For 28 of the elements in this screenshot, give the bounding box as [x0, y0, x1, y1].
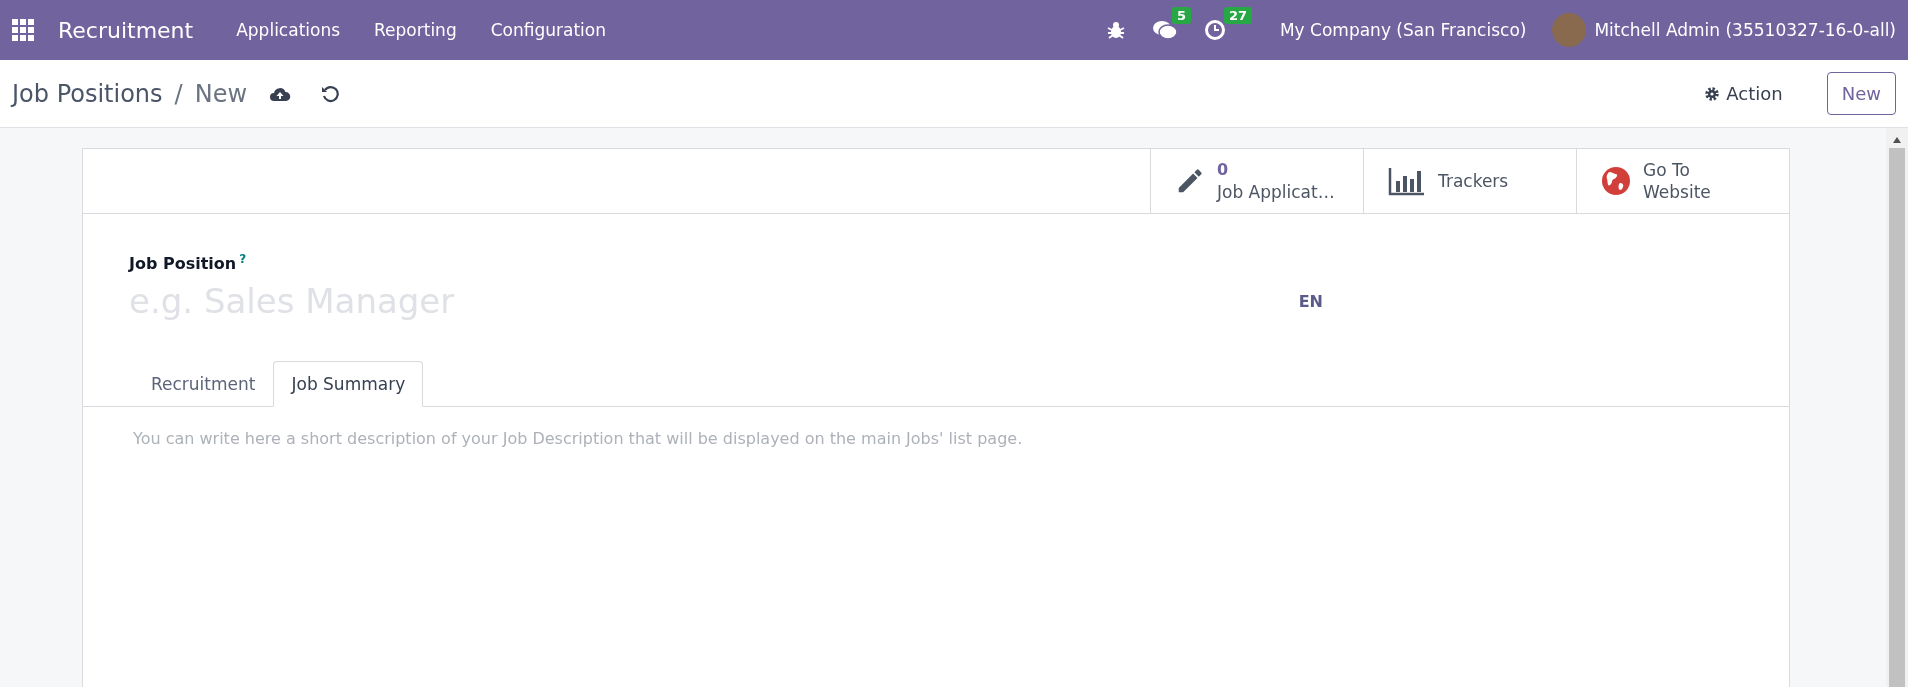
breadcrumb-separator: /	[174, 79, 183, 108]
app-name[interactable]: Recruitment	[58, 17, 194, 43]
message-count-badge: 5	[1171, 7, 1191, 24]
scroll-up-icon[interactable]	[1892, 136, 1902, 144]
menu-item[interactable]: Applications	[219, 20, 358, 40]
menu-item[interactable]: Reporting	[357, 20, 474, 40]
gear-icon	[1704, 85, 1721, 102]
globe-icon	[1601, 166, 1631, 196]
bug-icon[interactable]	[1105, 20, 1126, 40]
tab[interactable]: Recruitment	[133, 361, 274, 408]
bar-chart-icon	[1388, 166, 1426, 196]
undo-icon[interactable]	[321, 84, 340, 103]
clock-icon[interactable]	[1203, 19, 1226, 41]
description-field[interactable]: You can write here a short description of your Job Description that will be displayed on the main Jobs' list page.	[131, 427, 1435, 492]
activity-count-badge: 27	[1223, 7, 1253, 24]
breadcrumb-link[interactable]: Job Positions	[12, 79, 163, 108]
language-button[interactable]: EN	[1298, 292, 1323, 328]
user-menu[interactable]: Mitchell Admin (35510327-16-0-all)	[1594, 20, 1896, 40]
scrollbar[interactable]	[1886, 128, 1908, 687]
field-label: Job Position $^{?}$	[129, 252, 248, 274]
menu-item[interactable]: Configuration	[473, 20, 623, 40]
breadcrumb-current: New	[194, 79, 248, 108]
chat-icon[interactable]	[1151, 19, 1178, 41]
apps-grid-icon[interactable]	[12, 19, 34, 41]
new-button[interactable]: New	[1826, 72, 1896, 115]
action-button[interactable]: Action	[1698, 82, 1789, 105]
tab[interactable]: Job Summary	[273, 361, 424, 408]
company-switcher[interactable]: My Company (San Francisco)	[1279, 20, 1527, 40]
